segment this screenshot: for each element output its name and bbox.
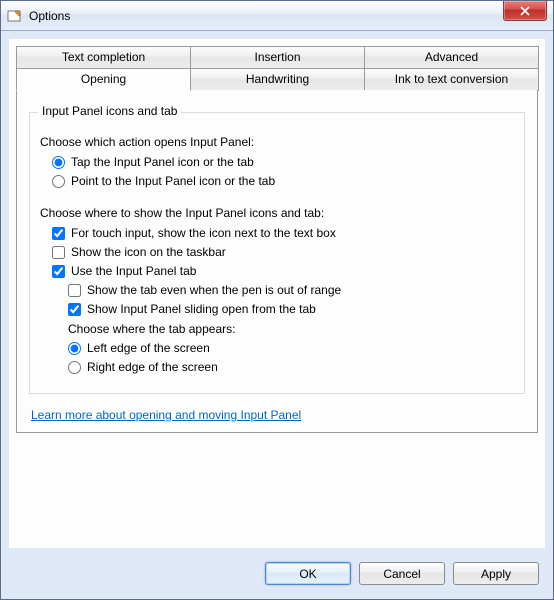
check-tab-out-of-range-label: Show the tab even when the pen is out of… xyxy=(87,283,341,297)
tab-handwriting[interactable]: Handwriting xyxy=(190,68,365,91)
radio-right-edge-input[interactable] xyxy=(68,361,81,374)
radio-right-edge-label: Right edge of the screen xyxy=(87,360,218,374)
ok-button[interactable]: OK xyxy=(265,562,351,585)
radio-left-edge-label: Left edge of the screen xyxy=(87,341,210,355)
check-tab-out-of-range[interactable]: Show the tab even when the pen is out of… xyxy=(68,283,514,297)
prompt-show-where: Choose where to show the Input Panel ico… xyxy=(40,206,514,220)
tab-ink-to-text[interactable]: Ink to text conversion xyxy=(364,68,539,91)
dialog-body: Text completion Insertion Advanced Openi… xyxy=(9,39,545,548)
window-title: Options xyxy=(29,9,70,23)
check-touch-icon[interactable]: For touch input, show the icon next to t… xyxy=(52,226,514,240)
tab-opening[interactable]: Opening xyxy=(16,68,191,91)
app-icon xyxy=(7,8,23,24)
radio-right-edge[interactable]: Right edge of the screen xyxy=(68,360,514,374)
check-slide-open-label: Show Input Panel sliding open from the t… xyxy=(87,302,316,316)
learn-more-link[interactable]: Learn more about opening and moving Inpu… xyxy=(31,408,301,422)
check-touch-icon-input[interactable] xyxy=(52,227,65,240)
check-taskbar-icon-input[interactable] xyxy=(52,246,65,259)
cancel-button[interactable]: Cancel xyxy=(359,562,445,585)
radio-point-label: Point to the Input Panel icon or the tab xyxy=(71,174,275,188)
groupbox-legend: Input Panel icons and tab xyxy=(38,104,181,118)
radio-tap[interactable]: Tap the Input Panel icon or the tab xyxy=(52,155,514,169)
check-slide-open[interactable]: Show Input Panel sliding open from the t… xyxy=(68,302,514,316)
radio-left-edge[interactable]: Left edge of the screen xyxy=(68,341,514,355)
close-button[interactable] xyxy=(503,1,547,21)
tab-advanced[interactable]: Advanced xyxy=(364,46,539,69)
check-tab-out-of-range-input[interactable] xyxy=(68,284,81,297)
tab-strip: Text completion Insertion Advanced Openi… xyxy=(16,46,538,433)
tab-page-opening: Input Panel icons and tab Choose which a… xyxy=(16,90,538,433)
prompt-open-action: Choose which action opens Input Panel: xyxy=(40,135,514,149)
radio-left-edge-input[interactable] xyxy=(68,342,81,355)
apply-button[interactable]: Apply xyxy=(453,562,539,585)
radio-point-input[interactable] xyxy=(52,175,65,188)
check-use-tab[interactable]: Use the Input Panel tab xyxy=(52,264,514,278)
groupbox-icons-tab: Input Panel icons and tab Choose which a… xyxy=(29,112,525,394)
close-icon xyxy=(520,6,530,16)
button-bar: OK Cancel Apply xyxy=(1,548,553,599)
tab-text-completion[interactable]: Text completion xyxy=(16,46,191,69)
prompt-tab-edge: Choose where the tab appears: xyxy=(68,322,514,336)
radio-tap-input[interactable] xyxy=(52,156,65,169)
check-touch-icon-label: For touch input, show the icon next to t… xyxy=(71,226,336,240)
check-taskbar-icon-label: Show the icon on the taskbar xyxy=(71,245,226,259)
check-use-tab-label: Use the Input Panel tab xyxy=(71,264,196,278)
check-taskbar-icon[interactable]: Show the icon on the taskbar xyxy=(52,245,514,259)
radio-point[interactable]: Point to the Input Panel icon or the tab xyxy=(52,174,514,188)
check-slide-open-input[interactable] xyxy=(68,303,81,316)
check-use-tab-input[interactable] xyxy=(52,265,65,278)
radio-tap-label: Tap the Input Panel icon or the tab xyxy=(71,155,254,169)
title-bar: Options xyxy=(1,1,553,31)
tab-insertion[interactable]: Insertion xyxy=(190,46,365,69)
